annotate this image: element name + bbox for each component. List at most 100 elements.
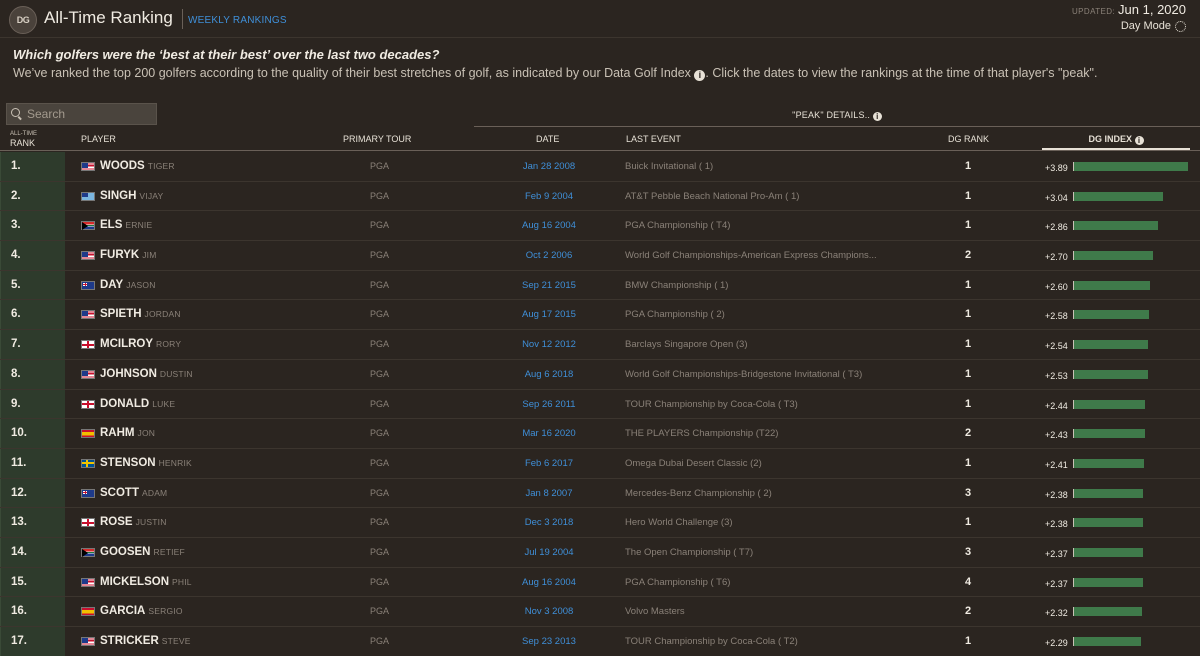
player-name[interactable]: SPIETH JORDAN [100,300,181,329]
player-name[interactable]: MCILROY RORY [100,330,181,359]
peak-date-link[interactable]: Aug 16 2004 [478,568,620,597]
peak-date-link[interactable]: Jul 19 2004 [478,538,620,567]
player-name[interactable]: FURYK JIM [100,241,156,270]
flag-en-icon [81,399,95,409]
peak-details-header[interactable]: "PEAK" DETAILS.. i [474,110,1200,121]
flag-us-icon [81,637,95,646]
col-date[interactable]: DATE [536,134,559,144]
table-row[interactable]: 12. SCOTT ADAM PGA Jan 8 2007 Mercedes-Benz C… [0,478,1200,509]
last-event: BMW Championship ( 1) [625,279,729,291]
col-last-event[interactable]: LAST EVENT [626,134,681,144]
col-dg-index[interactable]: DG INDEX i [1042,134,1190,145]
rank-cell: 5. [0,270,65,300]
rank-cell: 12. [0,478,65,508]
info-icon[interactable]: i [694,70,706,81]
table-row[interactable]: 8. JOHNSON DUSTIN PGA Aug 6 2018 World Golf C… [0,359,1200,390]
table-row[interactable]: 2. SINGH VIJAY PGA Feb 9 2004 AT&T Pebble Bea… [0,181,1200,212]
search-box[interactable] [6,103,157,125]
col-player[interactable]: PLAYER [81,134,116,144]
weekly-rankings-link[interactable]: WEEKLY RANKINGS [188,15,287,26]
peak-date-link[interactable]: Aug 17 2015 [478,300,620,329]
rank-cell: 10. [0,419,65,448]
player-name[interactable]: STRICKER STEVE [100,627,191,656]
player-last-name: GARCIA [100,605,146,618]
player-name[interactable]: GOOSEN RETIEF [100,538,185,567]
player-name[interactable]: DAY JASON [100,271,156,300]
player-name[interactable]: ELS ERNIE [100,211,152,240]
player-last-name: FURYK [100,249,140,262]
table-row[interactable]: 16. GARCIA SERGIO PGA Nov 3 2008 Volvo Master… [0,597,1200,627]
table-row[interactable]: 7. MCILROY RORY PGA Nov 12 2012 Barclays Sing… [0,330,1200,360]
table-row[interactable]: 13. ROSE JUSTIN PGA Dec 3 2018 Hero World Cha… [0,508,1200,538]
dg-index-bar-track [1073,221,1188,231]
player-first-name: ADAM [141,487,168,498]
player-name[interactable]: ROSE JUSTIN [100,508,167,537]
dg-index-bar [1073,518,1144,528]
primary-tour: PGA [370,576,390,587]
peak-date-link[interactable]: Oct 2 2006 [478,241,620,270]
dg-index-bar-cap [1073,458,1074,468]
peak-date-link[interactable]: Sep 26 2011 [478,390,620,419]
info-icon[interactable]: i [1134,136,1144,145]
day-mode-toggle[interactable]: Day Mode [1121,20,1186,32]
table-row[interactable]: 4. FURYK JIM PGA Oct 2 2006 World Golf Champi… [0,241,1200,271]
table-row[interactable]: 3. ELS ERNIE PGA Aug 16 2004 PGA Championship… [0,211,1200,242]
dg-index-bar-track [1073,340,1188,350]
player-name[interactable]: GARCIA SERGIO [100,597,183,626]
dg-index-label: DG INDEX [1088,134,1132,144]
player-name[interactable]: SINGH VIJAY [100,182,163,211]
table-row[interactable]: 6. SPIETH JORDAN PGA Aug 17 2015 PGA Champion… [0,300,1200,331]
dg-rank-value: 1 [964,397,972,410]
dg-index-bar-track [1073,280,1188,290]
player-name[interactable]: MICKELSON PHIL [100,568,192,597]
primary-tour: PGA [370,636,390,646]
player-last-name: ELS [100,219,123,232]
peak-date-link[interactable]: Jan 8 2007 [478,479,620,508]
player-name[interactable]: WOODS TIGER [100,152,175,181]
peak-date-link[interactable]: Feb 6 2017 [478,449,620,478]
dg-index-bar [1073,399,1146,409]
dg-index-bar [1073,607,1142,617]
table-row[interactable]: 9. DONALD LUKE PGA Sep 26 2011 TOUR Champions… [0,389,1200,420]
dg-index-value: +2.44 [1045,400,1068,411]
last-event: PGA Championship ( T4) [625,220,731,232]
player-name[interactable]: RAHM JON [100,419,155,448]
dg-index-value: +2.43 [1045,430,1068,441]
peak-date-link[interactable]: Nov 12 2012 [478,330,620,359]
peak-date-link[interactable]: Dec 3 2018 [478,508,620,537]
table-row[interactable]: 17. STRICKER STEVE PGA Sep 23 2013 TOUR Champ… [0,627,1200,656]
col-rank[interactable]: ALL-TIME RANK [10,130,37,148]
peak-date-link[interactable]: Sep 21 2015 [478,271,620,300]
table-row[interactable]: 11. STENSON HENRIK PGA Feb 6 2017 Omega Dubai… [0,448,1200,479]
table-row[interactable]: 15. MICKELSON PHIL PGA Aug 16 2004 PGA Champi… [0,567,1200,598]
player-name[interactable]: SCOTT ADAM [100,479,167,508]
table-row[interactable]: 1. WOODS TIGER PGA Jan 28 2008 Buick Invitati… [0,152,1200,182]
peak-date-link[interactable]: Mar 16 2020 [478,419,620,448]
search-input[interactable] [27,107,152,121]
table-row[interactable]: 5. DAY JASON PGA Sep 21 2015 BMW Championship… [0,270,1200,301]
player-name[interactable]: DONALD LUKE [100,390,175,419]
info-icon[interactable]: i [872,112,882,121]
primary-tour: PGA [370,368,390,379]
player-name[interactable]: JOHNSON DUSTIN [100,360,193,389]
player-name[interactable]: STENSON HENRIK [100,449,192,478]
dg-index-bar-track [1073,191,1188,201]
table-row[interactable]: 14. GOOSEN RETIEF PGA Jul 19 2004 The Open Ch… [0,537,1200,568]
peak-date-link[interactable]: Jan 28 2008 [478,152,620,181]
dg-index-bar-track [1073,310,1188,320]
col-primary-tour[interactable]: PRIMARY TOUR [343,134,411,144]
dg-logo-icon[interactable]: DG [9,6,37,34]
last-event: PGA Championship ( 2) [625,309,725,321]
peak-date-link[interactable]: Feb 9 2004 [478,182,620,211]
table-row[interactable]: 10. RAHM JON PGA Mar 16 2020 THE PLAYERS Cham… [0,419,1200,449]
rank-cell: 8. [0,359,65,389]
peak-date-link[interactable]: Sep 23 2013 [478,627,620,656]
primary-tour: PGA [370,517,390,528]
peak-date-link[interactable]: Aug 6 2018 [478,360,620,389]
peak-date-link[interactable]: Nov 3 2008 [478,597,620,626]
peak-date-link[interactable]: Aug 16 2004 [478,211,620,240]
rank-header: RANK [10,138,36,148]
flag-es-icon [81,429,95,439]
col-dg-rank[interactable]: DG RANK [948,134,989,144]
dg-index-bar-cap [1073,429,1074,439]
